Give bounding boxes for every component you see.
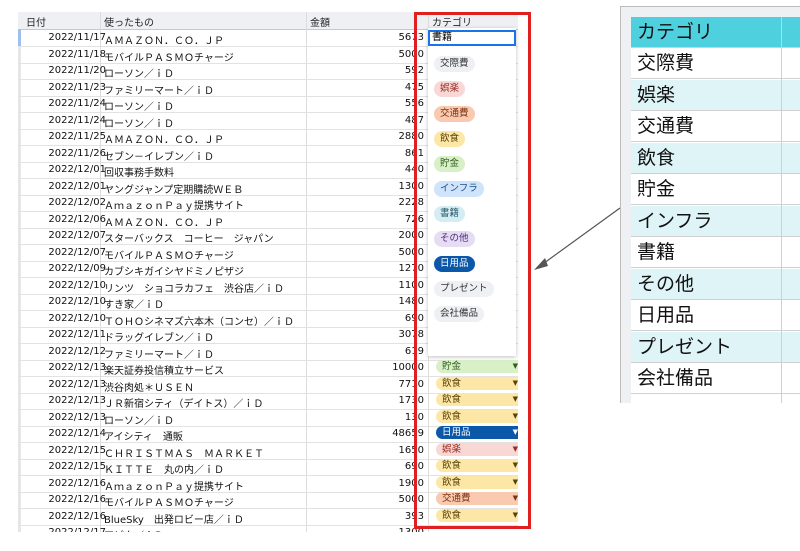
zoom-list-item: 娯楽 — [631, 79, 800, 111]
zoom-list-item: 日用品 — [631, 300, 800, 331]
zoom-list-item: 交際費 — [631, 48, 800, 79]
zoom-list-item: 交通費 — [631, 111, 800, 142]
zoom-list-item: インフラ — [631, 205, 800, 237]
zoom-header-strip — [621, 7, 800, 17]
zoom-header: カテゴリ — [631, 17, 800, 48]
zoom-row-gutter — [621, 17, 631, 403]
zoom-list-item: 会社備品 — [631, 363, 800, 394]
zoom-list-item: 飲食 — [631, 142, 800, 174]
zoom-list-item: その他 — [631, 268, 800, 300]
zoomed-category-list: カテゴリ 交際費 娯楽 交通費 飲食 貯金 インフラ 書籍 その他 日用品 プレゼント 会社備品 — [620, 6, 800, 403]
zoom-list-item: 貯金 — [631, 174, 800, 205]
zoom-column-divider — [781, 17, 782, 403]
zoom-list-item: 書籍 — [631, 237, 800, 268]
zoom-list-item: プレゼント — [631, 331, 800, 363]
